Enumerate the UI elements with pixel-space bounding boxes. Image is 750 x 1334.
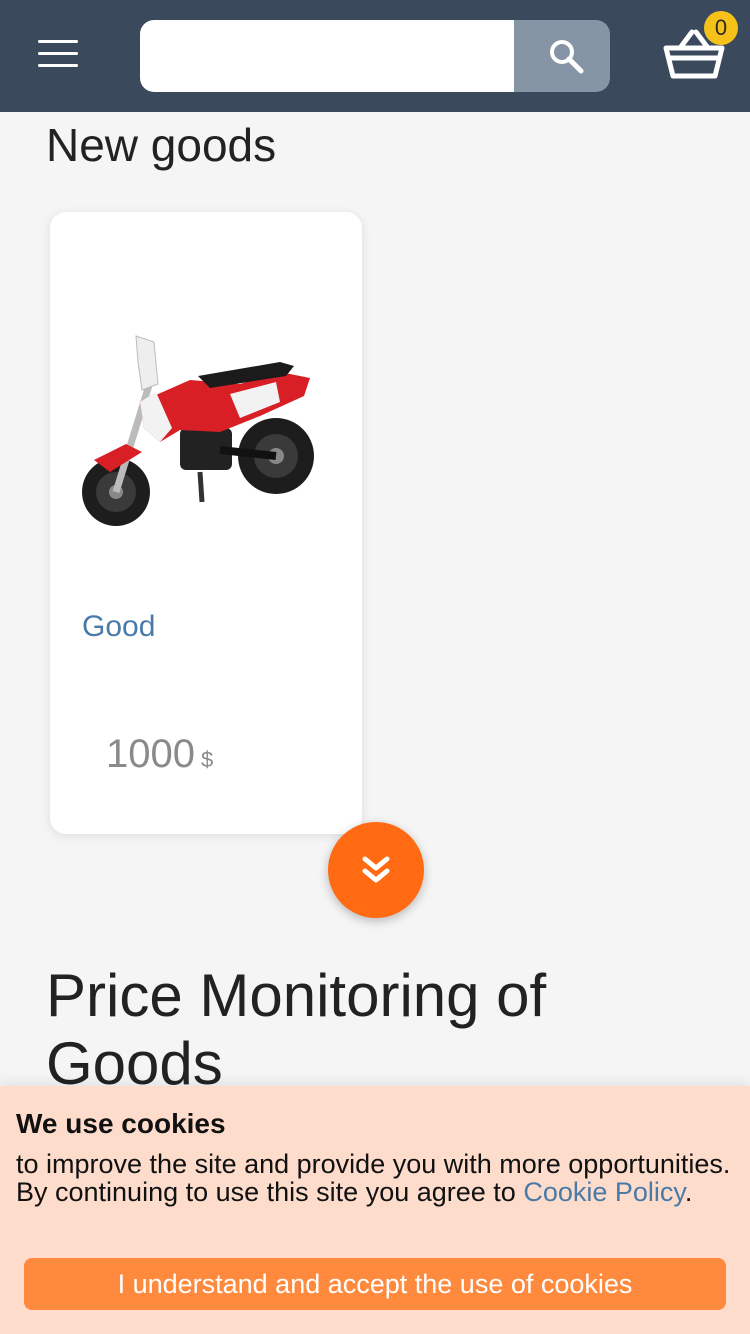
menu-button[interactable]	[36, 40, 80, 70]
new-goods-title: New goods	[46, 119, 277, 171]
cookie-period: .	[684, 1177, 693, 1207]
motorcycle-image	[82, 335, 314, 526]
product-name-link[interactable]: Good	[82, 610, 155, 644]
cookie-text: to improve the site and provide you with…	[16, 1150, 736, 1206]
product-price-value: 1000	[106, 732, 195, 776]
show-more-button[interactable]	[328, 822, 424, 918]
product-card[interactable]: Good 1000 $	[50, 212, 362, 834]
double-chevron-down-icon	[362, 856, 390, 883]
magnifier-icon	[550, 40, 584, 74]
cookie-policy-link[interactable]: Cookie Policy	[523, 1177, 685, 1207]
product-price-currency: $	[200, 747, 214, 772]
search-button[interactable]	[514, 20, 610, 92]
search-input[interactable]	[140, 20, 514, 92]
cookie-banner: We use cookies to improve the site and p…	[0, 1086, 750, 1334]
cart-count-badge: 0	[704, 11, 738, 45]
hamburger-menu-icon-line	[38, 64, 78, 67]
accept-cookies-button[interactable]: I understand and accept the use of cooki…	[24, 1258, 726, 1310]
product-image[interactable]	[80, 332, 332, 532]
hamburger-menu-icon-line	[38, 52, 78, 55]
hamburger-menu-icon-line	[38, 40, 78, 43]
price-monitoring-title: Price Monitoring of Goods	[46, 962, 547, 1097]
cookie-title: We use cookies	[16, 1108, 226, 1139]
product-price: 1000 $	[106, 732, 213, 777]
top-header: 0	[0, 0, 750, 112]
